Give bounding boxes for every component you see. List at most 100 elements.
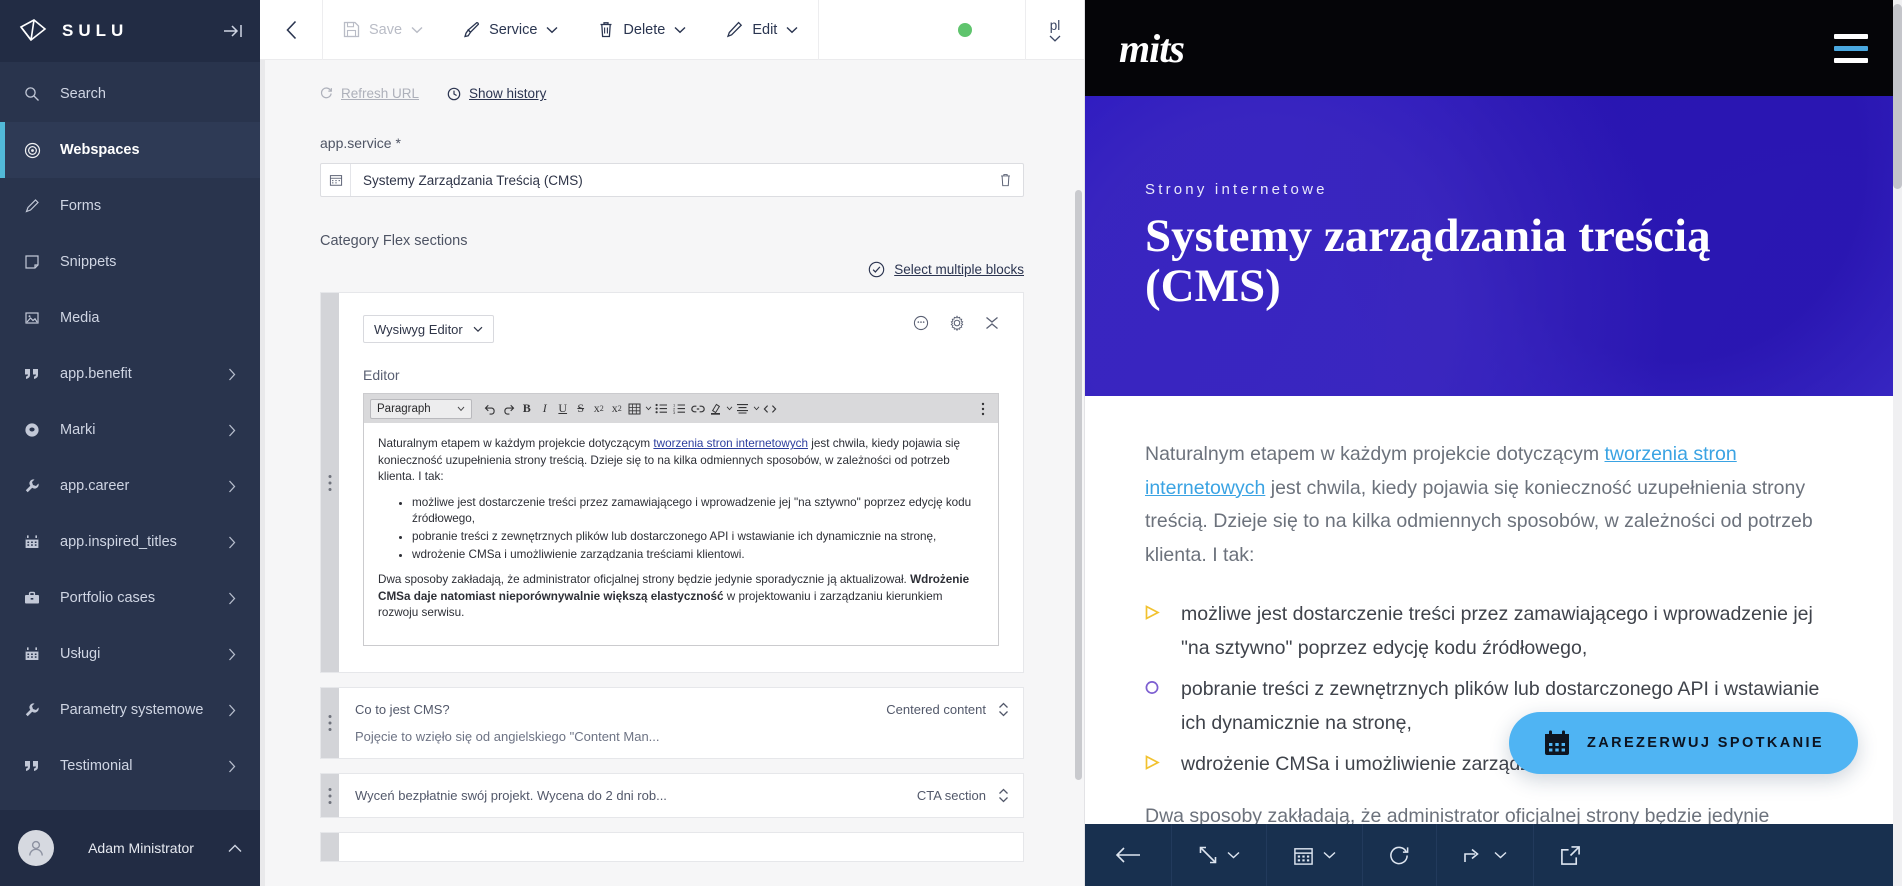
close-icon[interactable] — [985, 316, 999, 330]
preview-back-button[interactable] — [1085, 824, 1172, 886]
sidebar-item-marki[interactable]: Marki — [0, 402, 260, 458]
save-button[interactable]: Save — [323, 0, 443, 60]
numbered-list-icon[interactable]: 123 — [671, 398, 689, 420]
chevron-down-icon[interactable] — [1227, 851, 1240, 859]
link-icon[interactable] — [689, 398, 707, 420]
main-scrollbar[interactable] — [1075, 60, 1082, 886]
chevron-down-icon[interactable] — [786, 26, 798, 34]
sidebar-item-app-inspired-titles[interactable]: app.inspired_titles — [0, 514, 260, 570]
superscript-icon[interactable]: x2 — [608, 398, 626, 420]
delete-button[interactable]: Delete — [578, 0, 706, 60]
kebab-menu-icon[interactable] — [974, 398, 992, 420]
chevron-right-icon — [228, 760, 240, 773]
trash-icon — [598, 21, 614, 38]
sidebar-item-app-career[interactable]: app.career — [0, 458, 260, 514]
preview-open-external-button[interactable] — [1534, 824, 1607, 886]
pencil-icon — [726, 21, 743, 38]
paragraph-style-select[interactable]: Paragraph — [370, 399, 472, 419]
preview-paragraph-pre: Naturalnym etapem w każdym projekcie dot… — [1145, 443, 1605, 465]
sidebar-logo[interactable]: SULU — [0, 0, 260, 62]
chevron-down-icon[interactable] — [674, 26, 686, 34]
sidebar-item-webspaces[interactable]: Webspaces — [0, 122, 260, 178]
edit-button[interactable]: Edit — [706, 0, 818, 60]
drag-handle-icon[interactable] — [321, 293, 339, 672]
preview-date-button[interactable] — [1267, 824, 1363, 886]
preview-panel: mits Strony internetowe Systemy zarządza… — [1084, 0, 1902, 886]
book-meeting-cta-button[interactable]: ZAREZERWUJ SPOTKANIE — [1509, 712, 1858, 774]
delete-field-icon[interactable] — [987, 173, 1023, 187]
list-item: wdrożenie CMSa i umożliwienie zarządzani… — [412, 547, 984, 564]
table-icon[interactable] — [626, 398, 644, 420]
app-service-field[interactable]: Systemy Zarządzania Treścią (CMS) — [320, 163, 1024, 197]
show-history-link[interactable]: Show history — [447, 86, 546, 101]
chevron-down-icon[interactable] — [644, 398, 653, 420]
subscript-icon[interactable]: x2 — [590, 398, 608, 420]
up-down-chevron-icon[interactable] — [998, 788, 1009, 803]
up-down-chevron-icon[interactable] — [998, 702, 1009, 717]
chevron-down-icon[interactable] — [1323, 851, 1336, 859]
preview-refresh-button[interactable] — [1363, 824, 1437, 886]
user-menu[interactable]: Adam Ministrator — [0, 810, 260, 886]
underline-icon[interactable]: U — [554, 398, 572, 420]
sidebar-item-media[interactable]: Media — [0, 290, 260, 346]
chevron-down-icon[interactable] — [725, 398, 734, 420]
chevron-down-icon[interactable] — [1494, 851, 1507, 859]
source-code-icon[interactable] — [761, 398, 779, 420]
undo-icon[interactable] — [482, 398, 500, 420]
sidebar-item-uslugi[interactable]: Usługi — [0, 626, 260, 682]
collapsed-block-cta[interactable]: Wyceń bezpłatnie swój projekt. Wycena do… — [320, 773, 1024, 818]
sidebar-item-label: app.benefit — [60, 365, 210, 383]
italic-icon[interactable]: I — [536, 398, 554, 420]
drag-handle-icon[interactable] — [321, 688, 339, 758]
bold-icon[interactable]: B — [518, 398, 536, 420]
ck-editor-content[interactable]: Naturalnym etapem w każdym projekcie dot… — [363, 423, 999, 646]
hamburger-menu-icon[interactable] — [1834, 34, 1868, 63]
app-root: SULU Search Webspaces Forms Snippets — [0, 0, 1902, 886]
preview-resize-button[interactable] — [1172, 824, 1267, 886]
ck-editor-toolbar: Paragraph B I U S x2 x2 — [363, 393, 999, 423]
block-title: Co to jest CMS? — [355, 702, 886, 717]
chevron-down-icon[interactable] — [546, 26, 558, 34]
block-type-select[interactable]: Wysiwyg Editor — [363, 315, 494, 343]
scrollbar-thumb[interactable] — [1075, 190, 1082, 780]
sidebar-item-app-benefit[interactable]: app.benefit — [0, 346, 260, 402]
chevron-right-icon — [228, 368, 240, 381]
service-button[interactable]: Service — [443, 0, 578, 60]
align-icon[interactable] — [734, 398, 752, 420]
preview-scrollbar[interactable] — [1893, 0, 1902, 886]
chevron-down-icon[interactable] — [752, 398, 761, 420]
drag-handle-icon[interactable] — [321, 774, 339, 817]
chevron-up-icon[interactable] — [228, 844, 242, 853]
collapsed-block-cms[interactable]: Co to jest CMS? Centered content Pojęcie… — [320, 687, 1024, 759]
sidebar-item-portfolio-cases[interactable]: Portfolio cases — [0, 570, 260, 626]
bulleted-list-icon[interactable] — [653, 398, 671, 420]
editor-inline-link[interactable]: tworzenia stron internetowych — [653, 437, 808, 450]
drag-handle-icon[interactable] — [321, 833, 339, 861]
block-body: Wyceń bezpłatnie swój projekt. Wycena do… — [339, 774, 1023, 817]
collapse-panel-icon[interactable] — [220, 18, 246, 44]
sidebar-item-search[interactable]: Search — [0, 66, 260, 122]
collapse-circle-icon[interactable] — [913, 315, 929, 331]
sidebar-item-parametry-systemowe[interactable]: Parametry systemowe — [0, 682, 260, 738]
back-button[interactable] — [260, 0, 322, 60]
sidebar-item-label: app.career — [60, 477, 210, 495]
select-multiple-blocks-button[interactable]: Select multiple blocks — [320, 261, 1024, 278]
refresh-url-link[interactable]: Refresh URL — [320, 86, 419, 101]
site-logo[interactable]: mits — [1119, 25, 1184, 72]
sidebar-item-forms[interactable]: Forms — [0, 178, 260, 234]
preview-share-button[interactable] — [1437, 824, 1534, 886]
preview-scrollbar-thumb[interactable] — [1893, 4, 1902, 189]
highlight-icon[interactable] — [707, 398, 725, 420]
strikethrough-icon[interactable]: S — [572, 398, 590, 420]
language-selector[interactable]: pl — [1026, 0, 1084, 60]
sidebar-item-snippets[interactable]: Snippets — [0, 234, 260, 290]
block-body: Wysiwyg Editor Editor — [339, 293, 1023, 672]
chevron-down-icon[interactable] — [411, 26, 423, 34]
check-circle-icon — [868, 261, 885, 278]
collapsed-block-partial[interactable] — [320, 832, 1024, 862]
preview-paragraph: Naturalnym etapem w każdym projekcie dot… — [1145, 438, 1842, 572]
sidebar-item-testimonial[interactable]: Testimonial — [0, 738, 260, 794]
redo-icon[interactable] — [500, 398, 518, 420]
gear-icon[interactable] — [949, 315, 965, 331]
wrench-icon — [22, 702, 42, 718]
